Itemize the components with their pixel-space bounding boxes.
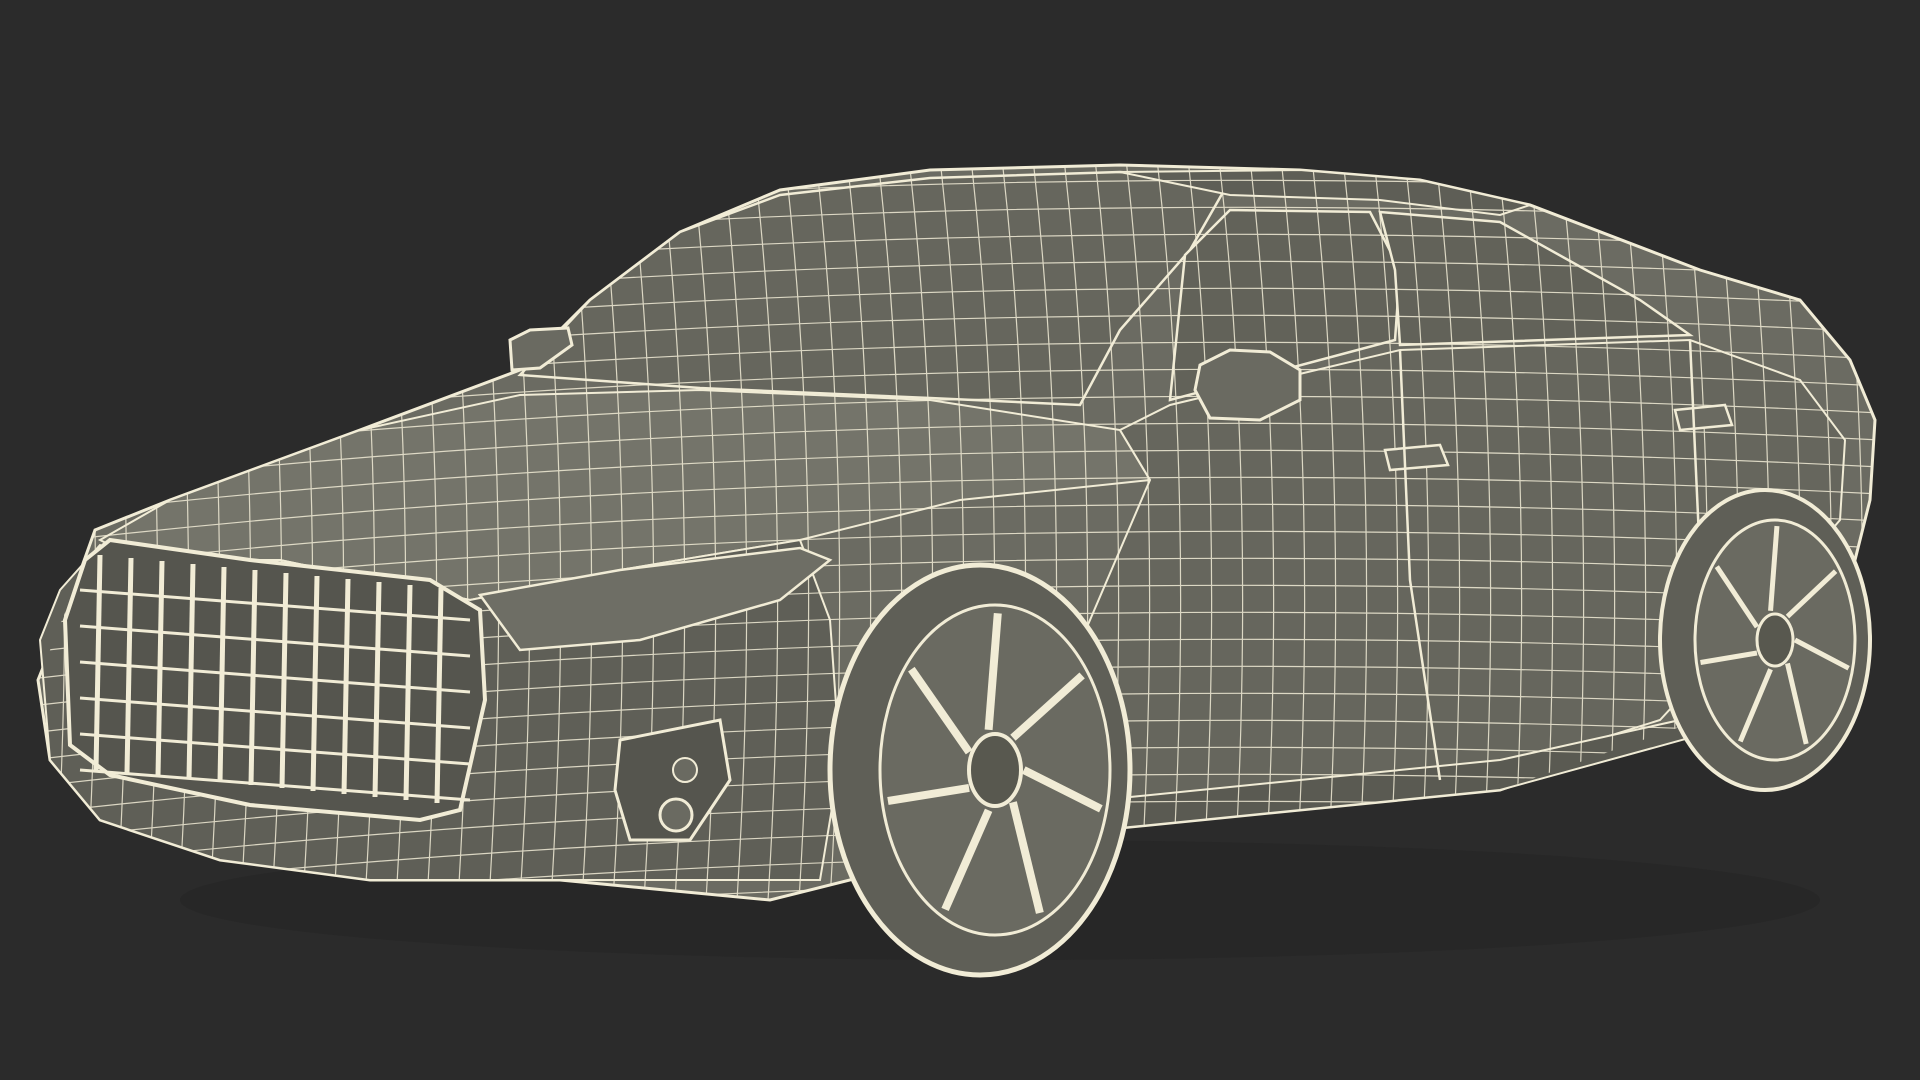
front-door-handle: [1383, 443, 1450, 472]
mesh-line-vertical: [1868, 165, 1875, 900]
mesh-line-vertical: [39, 165, 66, 900]
rear-door-handle: [1673, 403, 1734, 432]
render-viewport: [0, 0, 1920, 1080]
wireframe-car-render: [36, 163, 1877, 978]
front-wheel: [827, 562, 1133, 978]
rear-wheel: [1658, 488, 1872, 792]
side-mirror-right: [1193, 348, 1302, 422]
